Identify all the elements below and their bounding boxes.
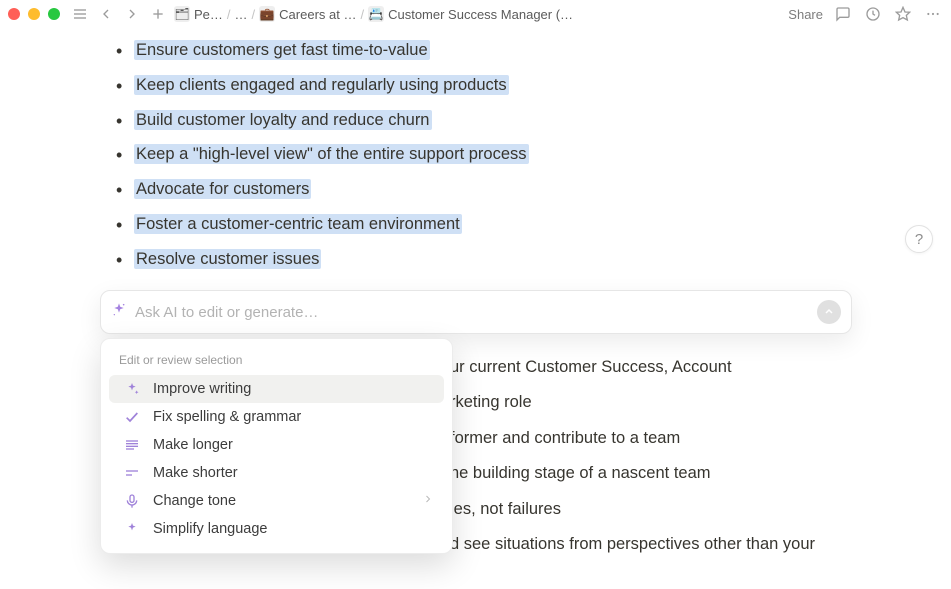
page-icon: 📇 — [368, 6, 384, 22]
page-icon: 🗂 — [174, 6, 190, 22]
more-menu-icon[interactable] — [923, 4, 943, 24]
page-icon: 💼 — [259, 6, 275, 22]
breadcrumb: 🗂 Pe… / … / 💼 Careers at … / 📇 Customer … — [174, 6, 782, 22]
topbar-actions: Share — [788, 4, 943, 24]
ai-option-make-longer[interactable]: Make longer — [109, 431, 444, 459]
ai-option-fix-spelling[interactable]: Fix spelling & grammar — [109, 403, 444, 431]
share-button[interactable]: Share — [788, 7, 823, 22]
menu-item-label: Make longer — [153, 437, 233, 453]
ai-submit-button[interactable] — [817, 300, 841, 324]
star-icon — [123, 521, 141, 537]
list-item[interactable]: Keep a "high-level view" of the entire s… — [112, 142, 872, 167]
help-button[interactable]: ? — [905, 225, 933, 253]
list-item[interactable]: Resolve customer issues — [112, 247, 872, 272]
breadcrumb-item[interactable]: 💼 Careers at … — [259, 6, 356, 22]
selected-text: Advocate for customers — [134, 179, 311, 199]
list-item[interactable]: Keep clients engaged and regularly using… — [112, 73, 872, 98]
minimize-window-button[interactable] — [28, 8, 40, 20]
list-item[interactable]: Build customer loyalty and reduce churn — [112, 108, 872, 133]
ai-option-improve-writing[interactable]: Improve writing — [109, 375, 444, 403]
selected-text: Ensure customers get fast time-to-value — [134, 40, 430, 60]
ai-prompt-bar — [100, 290, 852, 334]
zoom-window-button[interactable] — [48, 8, 60, 20]
ai-sparkle-icon — [111, 302, 127, 323]
favorite-star-icon[interactable] — [893, 4, 913, 24]
ai-option-change-tone[interactable]: Change tone — [109, 487, 444, 515]
selected-text: Resolve customer issues — [134, 249, 321, 269]
chevron-right-icon — [422, 493, 434, 509]
short-lines-icon — [123, 465, 141, 481]
updates-clock-icon[interactable] — [863, 4, 883, 24]
ai-option-make-shorter[interactable]: Make shorter — [109, 459, 444, 487]
microphone-icon — [123, 493, 141, 509]
selected-text: Keep a "high-level view" of the entire s… — [134, 144, 529, 164]
close-window-button[interactable] — [8, 8, 20, 20]
menu-item-label: Make shorter — [153, 465, 238, 481]
ai-actions-menu: Edit or review selection Improve writing… — [100, 338, 453, 554]
breadcrumb-separator: / — [360, 7, 364, 22]
menu-item-label: Improve writing — [153, 381, 251, 397]
check-icon — [123, 409, 141, 425]
menu-item-label: Fix spelling & grammar — [153, 409, 301, 425]
traffic-lights — [8, 8, 60, 20]
menu-section-label: Edit or review selection — [105, 347, 448, 375]
page-body: Ensure customers get fast time-to-value … — [0, 28, 951, 271]
ai-prompt-input[interactable] — [135, 304, 809, 321]
selected-text: Foster a customer-centric team environme… — [134, 214, 462, 234]
new-tab-icon[interactable] — [148, 4, 168, 24]
list-item[interactable]: Ensure customers get fast time-to-value — [112, 38, 872, 63]
breadcrumb-label: Careers at … — [279, 7, 356, 22]
ai-option-simplify[interactable]: Simplify language — [109, 515, 444, 543]
menu-item-label: Simplify language — [153, 521, 267, 537]
menu-item-label: Change tone — [153, 493, 236, 509]
breadcrumb-label: … — [235, 7, 248, 22]
nav-back-icon[interactable] — [96, 4, 116, 24]
selected-text: Keep clients engaged and regularly using… — [134, 75, 509, 95]
list-item[interactable]: Foster a customer-centric team environme… — [112, 212, 872, 237]
document-content[interactable]: Ensure customers get fast time-to-value … — [112, 38, 872, 271]
breadcrumb-label: Pe… — [194, 7, 223, 22]
window-top-bar: 🗂 Pe… / … / 💼 Careers at … / 📇 Customer … — [0, 0, 951, 28]
responsibilities-list: Ensure customers get fast time-to-value … — [112, 38, 872, 271]
breadcrumb-label: Customer Success Manager (… — [388, 7, 573, 22]
sidebar-toggle-icon[interactable] — [70, 4, 90, 24]
nav-forward-icon[interactable] — [122, 4, 142, 24]
breadcrumb-separator: / — [227, 7, 231, 22]
list-item[interactable]: Advocate for customers — [112, 177, 872, 202]
selected-text: Build customer loyalty and reduce churn — [134, 110, 432, 130]
breadcrumb-item[interactable]: 📇 Customer Success Manager (… — [368, 6, 573, 22]
lines-icon — [123, 437, 141, 453]
comments-icon[interactable] — [833, 4, 853, 24]
sparkle-icon — [123, 381, 141, 397]
breadcrumb-item[interactable]: 🗂 Pe… — [174, 6, 223, 22]
breadcrumb-item[interactable]: … — [235, 7, 248, 22]
breadcrumb-separator: / — [252, 7, 256, 22]
